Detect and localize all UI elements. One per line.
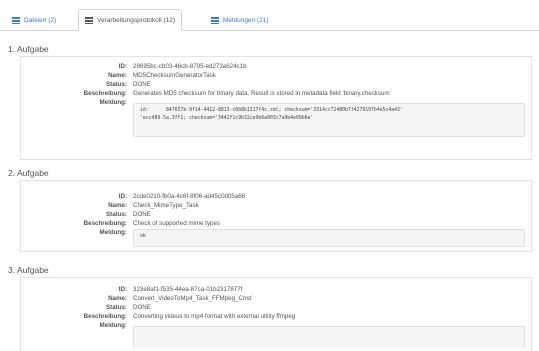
task-id: 2cde0210-fb0a-4c6f-8f06-ad45c0d05a68	[133, 193, 246, 200]
tab-files[interactable]: Dateien (2)	[6, 9, 62, 31]
message-log: ok	[133, 229, 525, 247]
list-icon	[211, 16, 219, 24]
description-label: Beschreibung:	[83, 90, 127, 97]
message-line: 'ecc489-5a.3ff1; checksum='3442f1c9b32ce…	[140, 116, 314, 121]
tab-bar: Dateien (2) Verarbeitungsprotokoll (12) …	[0, 0, 539, 31]
task-panel: ID: 323e8af1-f535-44ea-87ca-01b2317877f …	[20, 277, 532, 351]
status-label: Status:	[106, 81, 127, 88]
description-label: Beschreibung:	[83, 220, 127, 227]
task-id: 323e8af1-f535-44ea-87ca-01b2317877f	[133, 286, 243, 293]
task-panel: ID: 2cde0210-fb0a-4c6f-8f06-ad45c0d05a68…	[20, 180, 532, 252]
name-label: Name:	[108, 202, 127, 209]
task-name: MD5ChecksumGeneratorTask	[133, 72, 216, 79]
task-name: Check_MimeType_Task	[133, 202, 199, 209]
description-label: Beschreibung:	[83, 313, 127, 320]
tab-label: Verarbeitungsprotokoll (12)	[97, 16, 176, 24]
id-label: ID:	[118, 63, 127, 70]
message-line: id: 847657b-9f14-4412-8813-c0b8b1317f4c.…	[140, 108, 403, 113]
task-name: Convert_VideoToMp4_Task_FFMpeg_Cmd	[133, 295, 252, 302]
message-log: id: 847657b-9f14-4412-8813-c0b8b1317f4c.…	[133, 103, 525, 137]
list-icon	[85, 16, 93, 24]
tab-messages[interactable]: Meldungen (21)	[205, 9, 275, 31]
tab-label: Meldungen (21)	[223, 16, 269, 24]
message-label: Meldung:	[99, 322, 128, 329]
message-log	[133, 326, 525, 348]
task-title: 2. Aufgabe	[8, 168, 49, 178]
task-status: DONE	[133, 211, 151, 218]
tab-label: Dateien (2)	[24, 16, 57, 24]
task-description: Check of supported mime types	[133, 220, 221, 227]
task-id: 28695bc-cb03-46cb-8795-ed273a624c1b	[133, 63, 247, 70]
status-label: Status:	[106, 211, 127, 218]
task-description: Generates MD5 checksum for binary data. …	[133, 90, 391, 97]
name-label: Name:	[108, 72, 127, 79]
id-label: ID:	[118, 286, 127, 293]
name-label: Name:	[108, 295, 127, 302]
message-label: Meldung:	[99, 99, 128, 106]
task-title: 1. Aufgabe	[8, 44, 49, 54]
tab-processing-log[interactable]: Verarbeitungsprotokoll (12)	[78, 9, 183, 31]
message-label: Meldung:	[99, 229, 128, 236]
id-label: ID:	[118, 193, 127, 200]
task-panel: ID: 28695bc-cb03-46cb-8795-ed273a624c1b …	[20, 56, 532, 160]
task-status: DONE	[133, 81, 151, 88]
status-label: Status:	[106, 304, 127, 311]
task-status: DONE	[133, 304, 151, 311]
task-description: Converting videos to mp4 format with ext…	[133, 313, 296, 320]
list-icon	[12, 16, 20, 24]
task-title: 3. Aufgabe	[8, 265, 49, 275]
message-line: ok	[140, 234, 146, 239]
